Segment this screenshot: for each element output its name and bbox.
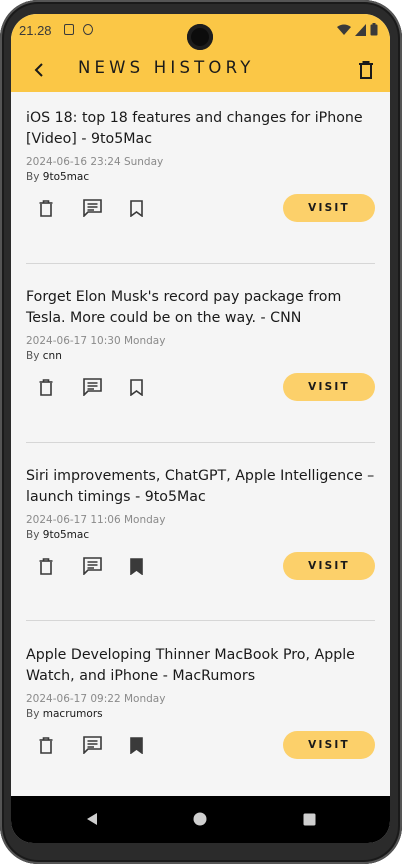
trash-icon bbox=[39, 378, 53, 396]
delete-button[interactable] bbox=[34, 733, 58, 757]
comment-button[interactable] bbox=[80, 733, 104, 757]
status-bar: 21.28 bbox=[11, 14, 390, 50]
by-label: By bbox=[26, 350, 40, 362]
delete-all-button[interactable] bbox=[352, 56, 380, 84]
divider bbox=[26, 263, 375, 264]
top-bar: 21.28 NEWS HISTORY bbox=[11, 14, 390, 92]
bookmark-button[interactable] bbox=[124, 554, 148, 578]
nav-home-button[interactable] bbox=[189, 808, 211, 830]
article-title: Forget Elon Musk's record pay package fr… bbox=[26, 289, 342, 326]
delete-button[interactable] bbox=[34, 375, 58, 399]
article-source-line: By macrumors bbox=[26, 708, 375, 720]
list-item: Forget Elon Musk's record pay package fr… bbox=[26, 287, 375, 406]
bookmark-button[interactable] bbox=[124, 375, 148, 399]
screen: 21.28 NEWS HISTORY iOS 18: top 18 featur… bbox=[11, 14, 390, 843]
article-actions: VISIT bbox=[26, 728, 375, 764]
article-source-line: By cnn bbox=[26, 350, 375, 362]
bookmark-filled-icon bbox=[129, 557, 143, 575]
status-icons bbox=[337, 23, 378, 36]
bookmark-filled-icon bbox=[129, 736, 143, 754]
trash-icon bbox=[359, 61, 373, 79]
article-source-line: By 9to5mac bbox=[26, 171, 375, 183]
square-recents-icon bbox=[303, 813, 315, 825]
phone-frame: 21.28 NEWS HISTORY iOS 18: top 18 featur… bbox=[0, 0, 402, 864]
battery-icon bbox=[370, 23, 378, 36]
article-source: 9to5mac bbox=[42, 171, 90, 183]
delete-button[interactable] bbox=[34, 554, 58, 578]
triangle-back-icon bbox=[87, 813, 97, 825]
bookmark-icon bbox=[129, 378, 143, 396]
app-bar: NEWS HISTORY bbox=[11, 48, 390, 92]
article-date: 2024-06-17 10:30 Monday bbox=[26, 335, 166, 347]
article-date: 2024-06-17 09:22 Monday bbox=[26, 693, 166, 705]
article-title: Siri improvements, ChatGPT, Apple Intell… bbox=[26, 468, 375, 505]
visit-button[interactable]: VISIT bbox=[283, 373, 375, 401]
nav-recents-button[interactable] bbox=[298, 808, 320, 830]
article-date: 2024-06-16 23:24 Sunday bbox=[26, 156, 164, 168]
signal-icon bbox=[355, 23, 366, 36]
visit-button[interactable]: VISIT bbox=[283, 731, 375, 759]
visit-button[interactable]: VISIT bbox=[283, 552, 375, 580]
sync-icon bbox=[83, 24, 93, 35]
by-label: By bbox=[26, 708, 40, 720]
article-actions: VISIT bbox=[26, 370, 375, 406]
comment-button[interactable] bbox=[80, 375, 104, 399]
system-nav-bar bbox=[11, 796, 390, 843]
list-item: iOS 18: top 18 features and changes for … bbox=[26, 108, 375, 227]
bookmark-icon bbox=[129, 199, 143, 217]
nav-back-button[interactable] bbox=[81, 808, 103, 830]
article-date: 2024-06-17 11:06 Monday bbox=[26, 514, 166, 526]
arrow-left-icon bbox=[34, 63, 43, 77]
page-title: NEWS HISTORY bbox=[78, 58, 255, 77]
divider bbox=[26, 442, 375, 443]
visit-button[interactable]: VISIT bbox=[283, 194, 375, 222]
divider bbox=[26, 620, 375, 621]
trash-icon bbox=[39, 736, 53, 754]
comment-button[interactable] bbox=[80, 196, 104, 220]
list-item: Apple Developing Thinner MacBook Pro, Ap… bbox=[26, 645, 375, 764]
back-button[interactable] bbox=[25, 56, 53, 84]
article-source: cnn bbox=[42, 350, 62, 362]
bookmark-button[interactable] bbox=[124, 733, 148, 757]
comment-button[interactable] bbox=[80, 554, 104, 578]
news-history-list[interactable]: iOS 18: top 18 features and changes for … bbox=[11, 92, 390, 796]
delete-button[interactable] bbox=[34, 196, 58, 220]
comment-icon bbox=[82, 199, 102, 217]
article-title: iOS 18: top 18 features and changes for … bbox=[26, 110, 363, 147]
wifi-icon bbox=[337, 24, 351, 35]
status-time: 21.28 bbox=[19, 23, 52, 38]
comment-icon bbox=[82, 378, 102, 396]
article-actions: VISIT bbox=[26, 549, 375, 585]
by-label: By bbox=[26, 171, 40, 183]
article-actions: VISIT bbox=[26, 191, 375, 227]
article-source: macrumors bbox=[42, 708, 103, 720]
notification-icon bbox=[64, 24, 74, 35]
circle-home-icon bbox=[193, 812, 207, 826]
article-source-line: By 9to5mac bbox=[26, 529, 375, 541]
trash-icon bbox=[39, 199, 53, 217]
article-source: 9to5mac bbox=[42, 529, 90, 541]
by-label: By bbox=[26, 529, 40, 541]
front-camera bbox=[187, 24, 213, 50]
article-title: Apple Developing Thinner MacBook Pro, Ap… bbox=[26, 647, 355, 684]
trash-icon bbox=[39, 557, 53, 575]
list-item: Siri improvements, ChatGPT, Apple Intell… bbox=[26, 466, 375, 585]
bookmark-button[interactable] bbox=[124, 196, 148, 220]
comment-icon bbox=[82, 736, 102, 754]
comment-icon bbox=[82, 557, 102, 575]
